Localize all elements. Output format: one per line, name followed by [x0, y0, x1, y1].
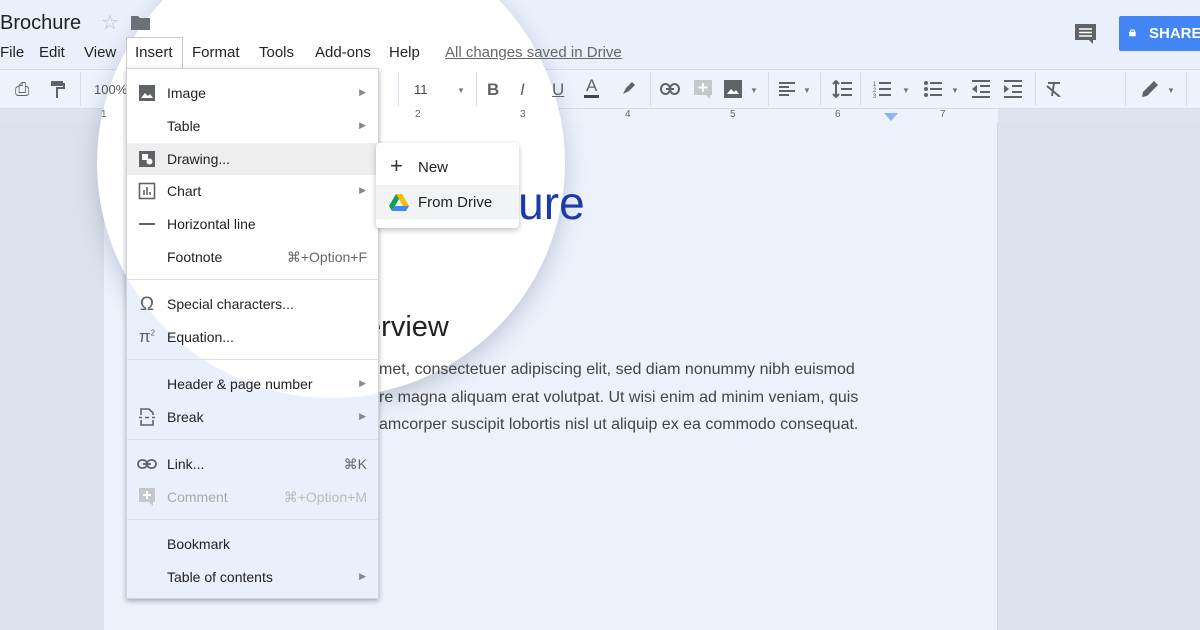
chart-icon [138, 182, 156, 200]
doc-title[interactable]: Brochure [0, 12, 81, 35]
shortcut-label: ⌘+Option+F [286, 249, 367, 265]
image-icon [139, 85, 155, 101]
chevron-down-icon[interactable]: ▼ [1167, 86, 1175, 95]
clear-formatting-icon[interactable] [1046, 81, 1062, 97]
paragraph-line: met, consectetuer adipiscing elit, sed d… [379, 361, 855, 378]
share-label: SHARE [1149, 25, 1200, 42]
ruler-number: 2 [415, 109, 421, 120]
shortcut-label: ⌘K [343, 456, 367, 472]
horizontal-line-icon [139, 223, 155, 225]
page-break-icon [139, 408, 155, 426]
ruler-number: 4 [625, 109, 631, 120]
paragraph-line: amcorper suscipit lobortis nisl ut aliqu… [379, 416, 859, 433]
save-status[interactable]: All changes saved in Drive [445, 44, 622, 61]
lock-icon: 🔒︎ [1129, 24, 1136, 39]
menu-item-special-characters[interactable]: Ω Special characters... [127, 288, 378, 320]
menu-item-bookmark[interactable]: Bookmark [127, 528, 378, 560]
ruler-number: 3 [520, 109, 526, 120]
menu-item-image[interactable]: Image ▶ [127, 77, 378, 109]
decrease-indent-icon[interactable] [972, 80, 990, 98]
star-icon[interactable]: ☆ [101, 10, 119, 35]
menu-item-drawing[interactable]: Drawing... [127, 143, 378, 175]
google-drive-icon [389, 194, 409, 211]
submenu-item-new[interactable]: + New [376, 151, 519, 185]
submenu-arrow-icon: ▶ [359, 120, 366, 130]
menu-item-comment: Comment ⌘+Option+M [127, 481, 378, 513]
bulleted-list-icon[interactable] [924, 80, 942, 98]
paragraph-line: re magna aliquam erat volutpat. Ut wisi … [379, 389, 859, 406]
numbered-list-icon[interactable]: 123 [873, 80, 891, 98]
menu-format[interactable]: Format [192, 44, 240, 61]
menu-item-link[interactable]: Link... ⌘K [127, 448, 378, 480]
indent-marker[interactable] [884, 113, 898, 122]
ruler-number: 6 [835, 109, 841, 120]
menu-item-footnote[interactable]: Footnote ⌘+Option+F [127, 241, 378, 273]
menu-insert[interactable]: Insert [135, 44, 173, 61]
menu-tools[interactable]: Tools [259, 44, 294, 61]
submenu-arrow-icon: ▶ [359, 571, 366, 581]
menu-item-table-of-contents[interactable]: Table of contents ▶ [127, 561, 378, 593]
share-button[interactable]: 🔒︎ SHARE [1119, 16, 1200, 51]
add-comment-icon [139, 488, 155, 506]
italic-button[interactable]: I [520, 80, 525, 100]
print-icon[interactable]: ⎙ [15, 80, 29, 98]
menu-item-break[interactable]: Break ▶ [127, 401, 378, 433]
menu-view[interactable]: View [84, 44, 116, 61]
ruler-number: 1 [101, 109, 107, 120]
highlight-icon[interactable] [621, 80, 637, 96]
menu-item-equation[interactable]: π2 Equation... [127, 321, 378, 353]
align-left-icon[interactable] [779, 82, 795, 96]
chevron-down-icon[interactable]: ▼ [750, 86, 758, 95]
menu-edit[interactable]: Edit [39, 44, 65, 61]
plus-icon: + [390, 153, 403, 178]
add-comment-icon[interactable] [694, 80, 712, 99]
chevron-down-icon[interactable]: ▼ [457, 86, 465, 95]
ruler-number: 5 [730, 109, 736, 120]
menu-item-chart[interactable]: Chart ▶ [127, 175, 378, 207]
text-color-button[interactable]: A [584, 77, 600, 98]
image-icon[interactable] [724, 80, 742, 98]
underline-button[interactable]: U [552, 80, 564, 100]
link-icon [137, 459, 157, 469]
submenu-arrow-icon: ▶ [359, 185, 366, 195]
link-icon[interactable] [660, 83, 680, 95]
bold-button[interactable]: B [487, 80, 499, 100]
zoom-select[interactable]: 100% [94, 82, 127, 97]
shortcut-label: ⌘+Option+M [283, 489, 367, 505]
chevron-down-icon[interactable]: ▼ [902, 86, 910, 95]
font-size-select[interactable]: 11 [414, 82, 428, 97]
pi-icon: π2 [138, 327, 156, 346]
insert-menu: Image ▶ Table ▶ Drawing... Chart ▶ Horizont… [126, 68, 379, 599]
submenu-item-from-drive[interactable]: From Drive [376, 185, 519, 219]
menu-addons[interactable]: Add-ons [315, 44, 371, 61]
chevron-down-icon[interactable]: ▼ [803, 86, 811, 95]
submenu-arrow-icon: ▶ [359, 87, 366, 97]
increase-indent-icon[interactable] [1004, 80, 1022, 98]
menu-item-header-page-number[interactable]: Header & page number ▶ [127, 368, 378, 400]
submenu-arrow-icon: ▶ [359, 411, 366, 421]
pencil-icon[interactable] [1141, 80, 1159, 98]
menu-file[interactable]: File [0, 44, 24, 61]
menu-help[interactable]: Help [389, 44, 420, 61]
folder-icon[interactable] [131, 14, 150, 30]
comments-icon[interactable] [1074, 23, 1097, 45]
omega-icon: Ω [139, 294, 155, 315]
drawing-icon [139, 151, 155, 167]
submenu-arrow-icon: ▶ [359, 378, 366, 388]
chevron-down-icon[interactable]: ▼ [951, 86, 959, 95]
line-spacing-icon[interactable] [832, 80, 852, 98]
paint-format-icon[interactable] [51, 81, 65, 98]
menu-item-table[interactable]: Table ▶ [127, 110, 378, 142]
drawing-submenu: + New From Drive [376, 143, 519, 228]
menu-item-horizontal-line[interactable]: Horizontal line [127, 208, 378, 240]
ruler-number: 7 [940, 109, 946, 120]
svg-text:3: 3 [873, 94, 877, 98]
